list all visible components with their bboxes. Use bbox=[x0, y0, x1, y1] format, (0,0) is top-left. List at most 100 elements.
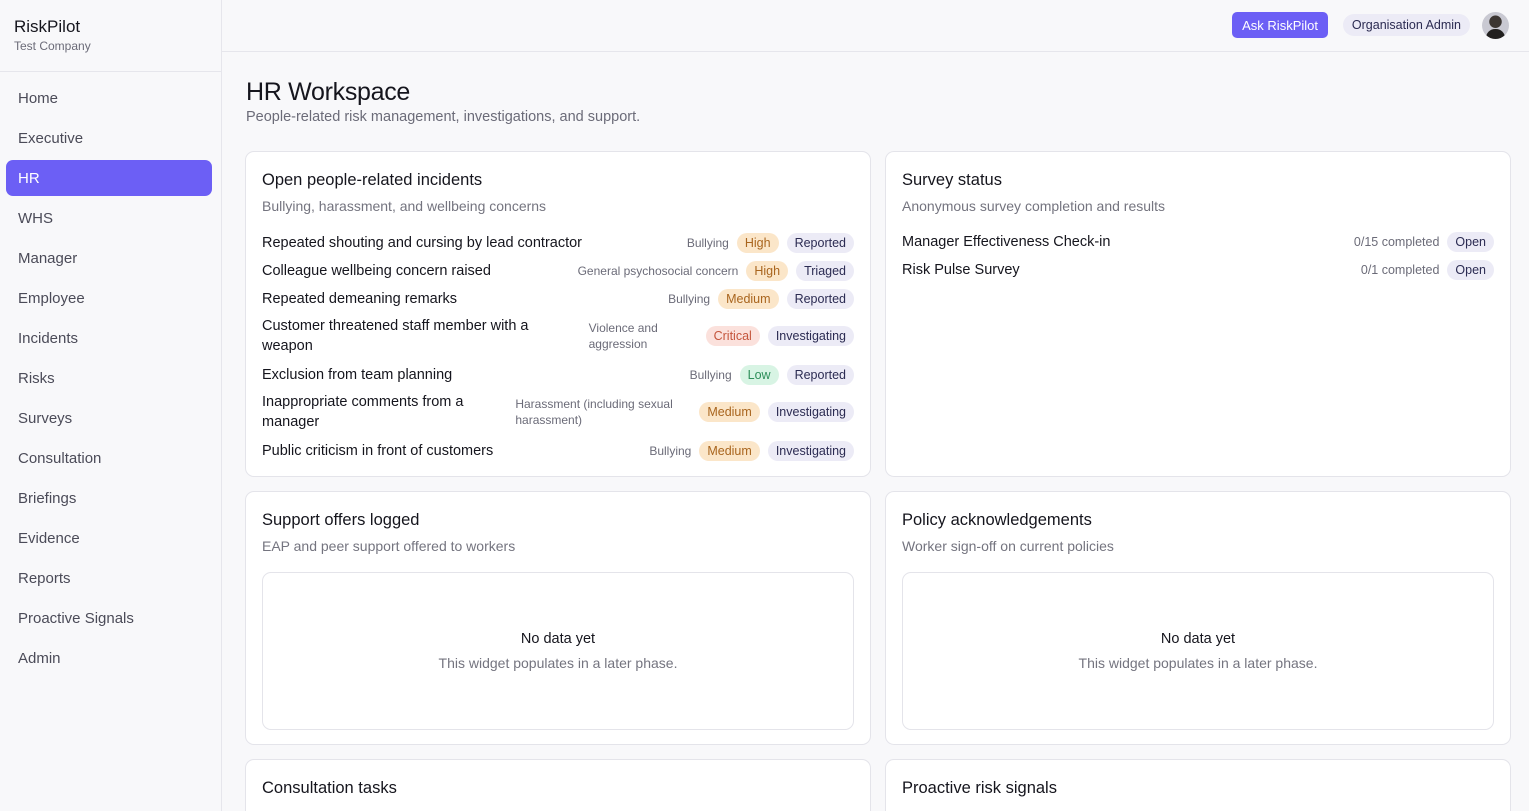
sidebar-item-manager[interactable]: Manager bbox=[6, 240, 212, 276]
sidebar-item-employee[interactable]: Employee bbox=[6, 280, 212, 316]
empty-state-text: This widget populates in a later phase. bbox=[1078, 655, 1318, 671]
sidebar-item-label: Briefings bbox=[18, 489, 77, 507]
sidebar-item-incidents[interactable]: Incidents bbox=[6, 320, 212, 356]
sidebar-item-risks[interactable]: Risks bbox=[6, 360, 212, 396]
severity-badge: Low bbox=[739, 365, 779, 385]
card-title: Proactive risk signals bbox=[902, 779, 1057, 797]
empty-state: No data yet This widget populates in a l… bbox=[902, 572, 1494, 730]
sidebar-item-reports[interactable]: Reports bbox=[6, 560, 212, 596]
card-title: Survey status bbox=[902, 171, 1002, 189]
card-subtitle: Worker sign-off on current policies bbox=[902, 538, 1114, 554]
sidebar-item-label: Consultation bbox=[18, 449, 102, 467]
avatar[interactable] bbox=[1482, 12, 1509, 39]
ask-riskpilot-button[interactable]: Ask RiskPilot bbox=[1232, 12, 1328, 38]
card-title: Consultation tasks bbox=[262, 779, 397, 797]
brand-name: RiskPilot bbox=[14, 17, 81, 36]
empty-state-title: No data yet bbox=[1160, 631, 1236, 647]
survey-name: Risk Pulse Survey bbox=[902, 262, 1020, 278]
sidebar-item-proactive-signals[interactable]: Proactive Signals bbox=[6, 600, 212, 636]
card-subtitle: Bullying, harassment, and wellbeing conc… bbox=[262, 198, 547, 214]
sidebar-item-home[interactable]: Home bbox=[6, 80, 212, 116]
severity-badge: High bbox=[746, 261, 789, 281]
sidebar-item-label: Executive bbox=[18, 129, 84, 147]
incident-row[interactable]: Inappropriate comments from a manager Ha… bbox=[262, 392, 854, 432]
incident-title: Repeated demeaning remarks bbox=[262, 291, 458, 307]
incident-row[interactable]: Customer threatened staff member with a … bbox=[262, 316, 854, 356]
page-subtitle: People-related risk management, investig… bbox=[246, 109, 641, 125]
card-subtitle: Anonymous survey completion and results bbox=[902, 198, 1166, 214]
status-badge: Open bbox=[1447, 260, 1494, 280]
survey-status-card: Survey status Anonymous survey completio… bbox=[885, 151, 1511, 477]
sidebar-item-briefings[interactable]: Briefings bbox=[6, 480, 212, 516]
sidebar-item-hr[interactable]: HR bbox=[6, 160, 212, 196]
incident-row[interactable]: Public criticism in front of customers B… bbox=[262, 440, 854, 462]
incident-title: Inappropriate comments from a manager bbox=[262, 394, 464, 430]
survey-row[interactable]: Manager Effectiveness Check-in 0/15 comp… bbox=[902, 231, 1494, 253]
survey-completion: 0/1 completed bbox=[1360, 263, 1440, 277]
policy-acknowledgements-card: Policy acknowledgements Worker sign-off … bbox=[885, 491, 1511, 745]
severity-badge: Medium bbox=[699, 441, 760, 461]
top-bar: Ask RiskPilot Organisation Admin bbox=[222, 0, 1529, 52]
status-badge: Investigating bbox=[767, 441, 854, 461]
incident-row[interactable]: Exclusion from team planning Bullying Lo… bbox=[262, 364, 854, 386]
sidebar-item-label: HR bbox=[18, 169, 40, 187]
incident-title: Public criticism in front of customers bbox=[262, 443, 494, 459]
incident-row[interactable]: Repeated demeaning remarks Bullying Medi… bbox=[262, 288, 854, 310]
sidebar-item-evidence[interactable]: Evidence bbox=[6, 520, 212, 556]
incident-category: Bullying bbox=[668, 292, 711, 306]
sidebar-item-label: Manager bbox=[18, 249, 78, 267]
incident-category: Violence and aggression bbox=[588, 321, 658, 351]
sidebar-item-label: Incidents bbox=[18, 329, 79, 347]
card-title: Policy acknowledgements bbox=[902, 511, 1092, 529]
status-badge: Investigating bbox=[767, 326, 854, 346]
brand: RiskPilot Test Company bbox=[0, 0, 221, 72]
severity-badge: Medium bbox=[718, 289, 779, 309]
incident-category: Bullying bbox=[686, 236, 729, 250]
card-subtitle: EAP and peer support offered to workers bbox=[262, 538, 516, 554]
incident-title: Exclusion from team planning bbox=[262, 367, 453, 383]
sidebar-item-consultation[interactable]: Consultation bbox=[6, 440, 212, 476]
incident-title: Repeated shouting and cursing by lead co… bbox=[262, 235, 583, 251]
incident-category: Harassment (including sexual harassment) bbox=[515, 397, 673, 427]
sidebar-item-surveys[interactable]: Surveys bbox=[6, 400, 212, 436]
role-chip[interactable]: Organisation Admin bbox=[1342, 14, 1470, 36]
survey-name: Manager Effectiveness Check-in bbox=[902, 234, 1111, 250]
sidebar-item-label: Home bbox=[18, 89, 59, 107]
card-title: Open people-related incidents bbox=[262, 171, 483, 189]
consultation-tasks-card: Consultation tasks bbox=[245, 759, 871, 811]
incident-title: Customer threatened staff member with a … bbox=[262, 318, 529, 354]
status-badge: Reported bbox=[786, 365, 854, 385]
incident-category: Bullying bbox=[689, 368, 732, 382]
survey-row[interactable]: Risk Pulse Survey 0/1 completed Open bbox=[902, 259, 1494, 281]
incident-category: Bullying bbox=[649, 444, 692, 458]
sidebar-item-executive[interactable]: Executive bbox=[6, 120, 212, 156]
proactive-risk-signals-card: Proactive risk signals bbox=[885, 759, 1511, 811]
incident-row[interactable]: Repeated shouting and cursing by lead co… bbox=[262, 232, 854, 254]
sidebar-item-label: Surveys bbox=[18, 409, 73, 427]
empty-state: No data yet This widget populates in a l… bbox=[262, 572, 854, 730]
severity-badge: Critical bbox=[705, 326, 760, 346]
survey-completion: 0/15 completed bbox=[1353, 235, 1440, 249]
severity-badge: High bbox=[736, 233, 779, 253]
status-badge: Reported bbox=[786, 289, 854, 309]
status-badge: Investigating bbox=[767, 402, 854, 422]
sidebar-item-label: Employee bbox=[18, 289, 85, 307]
sidebar-item-label: Risks bbox=[18, 369, 55, 387]
empty-state-text: This widget populates in a later phase. bbox=[438, 655, 678, 671]
status-badge: Reported bbox=[786, 233, 854, 253]
brand-company: Test Company bbox=[14, 39, 91, 53]
incident-title: Colleague wellbeing concern raised bbox=[262, 263, 491, 279]
status-badge: Triaged bbox=[796, 261, 854, 281]
incident-category: General psychosocial concern bbox=[577, 264, 739, 278]
sidebar-nav: Home Executive HR WHS Manager Employee I… bbox=[0, 72, 221, 676]
incident-row[interactable]: Colleague wellbeing concern raised Gener… bbox=[262, 260, 854, 282]
card-title: Support offers logged bbox=[262, 511, 420, 529]
incidents-card: Open people-related incidents Bullying, … bbox=[245, 151, 871, 477]
sidebar-item-label: Reports bbox=[18, 569, 71, 587]
sidebar-item-admin[interactable]: Admin bbox=[6, 640, 212, 676]
empty-state-title: No data yet bbox=[520, 631, 596, 647]
status-badge: Open bbox=[1447, 232, 1494, 252]
severity-badge: Medium bbox=[699, 402, 760, 422]
sidebar-item-whs[interactable]: WHS bbox=[6, 200, 212, 236]
sidebar: RiskPilot Test Company Home Executive HR… bbox=[0, 0, 222, 811]
